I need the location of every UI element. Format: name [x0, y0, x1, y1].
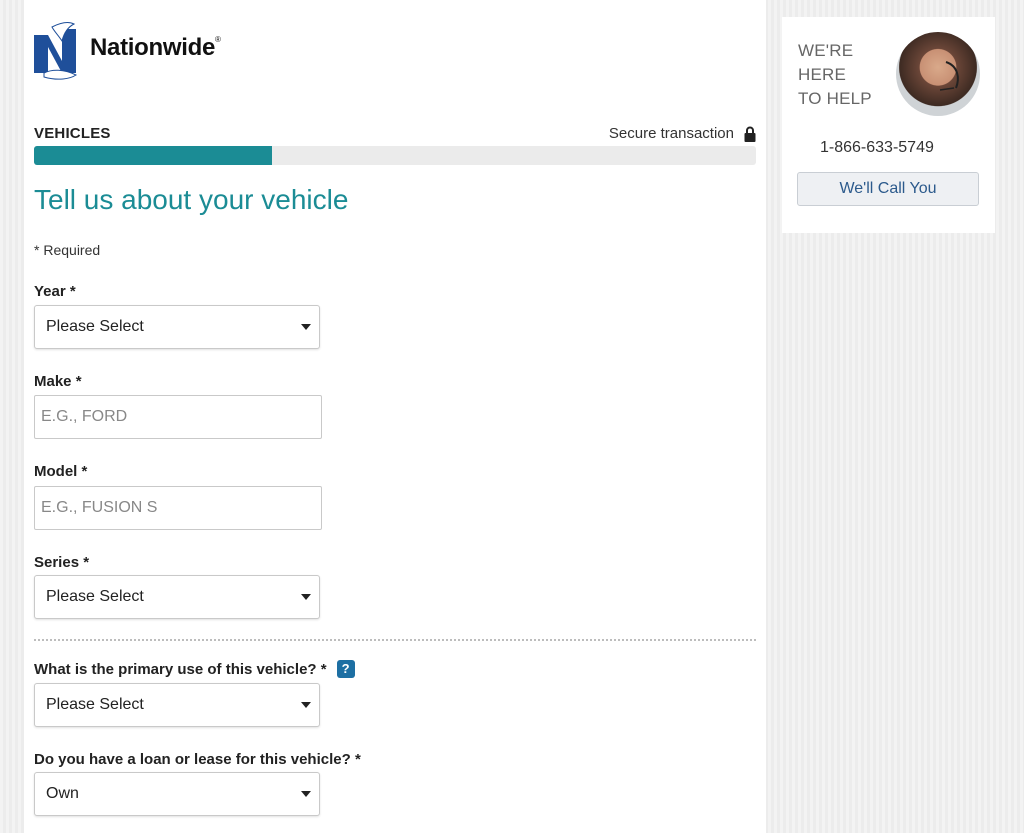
- page-title: Tell us about your vehicle: [34, 184, 349, 215]
- nationwide-eagle-logo: [34, 22, 77, 80]
- primary-use-select-value: Please Select: [46, 696, 144, 713]
- series-select-value: Please Select: [46, 588, 144, 605]
- make-label: Make *: [34, 373, 82, 390]
- make-input[interactable]: [34, 395, 322, 439]
- chevron-down-icon: [301, 791, 311, 797]
- series-required-star: *: [83, 554, 90, 571]
- required-star: *: [34, 242, 40, 258]
- primary-use-label: What is the primary use of this vehicle?…: [34, 660, 355, 679]
- year-required-star: *: [69, 283, 76, 300]
- headset-icon: [939, 61, 959, 91]
- help-title: WE'RE HERE TO HELP: [798, 39, 872, 111]
- agent-avatar: [896, 32, 980, 116]
- nationwide-logo[interactable]: Nationwide®: [34, 20, 221, 84]
- make-label-text: Make: [34, 373, 72, 390]
- progress-bar: [34, 146, 756, 165]
- well-call-you-button[interactable]: We'll Call You: [797, 172, 979, 206]
- section-divider: [34, 639, 756, 641]
- year-select-value: Please Select: [46, 318, 144, 335]
- loan-lease-required-star: *: [354, 751, 361, 768]
- help-title-line-3: TO HELP: [798, 89, 872, 108]
- series-select[interactable]: Please Select: [34, 575, 320, 619]
- step-label: VEHICLES: [34, 125, 111, 142]
- year-select[interactable]: Please Select: [34, 305, 320, 349]
- model-label: Model *: [34, 463, 87, 480]
- make-required-star: *: [75, 373, 82, 390]
- model-required-star: *: [81, 463, 88, 480]
- series-label-text: Series: [34, 554, 80, 571]
- year-label-text: Year: [34, 283, 66, 300]
- help-icon[interactable]: ?: [336, 660, 355, 678]
- registered-mark: ®: [215, 35, 221, 44]
- required-note: * Required: [34, 242, 100, 258]
- help-title-line-1: WE'RE: [798, 41, 854, 60]
- required-text: Required: [43, 242, 101, 258]
- loan-lease-label: Do you have a loan or lease for this veh…: [34, 751, 361, 768]
- phone-number[interactable]: 1-866-633-5749: [820, 139, 934, 157]
- secure-transaction: Secure transaction: [609, 125, 756, 142]
- main-panel: Nationwide® VEHICLES Secure transaction …: [24, 0, 766, 833]
- model-input[interactable]: [34, 486, 322, 530]
- brand-name: Nationwide: [90, 34, 216, 61]
- loan-lease-select-value: Own: [46, 785, 79, 802]
- help-panel: WE'RE HERE TO HELP 1-866-633-5749 We'll …: [782, 17, 995, 233]
- chevron-down-icon: [301, 702, 311, 708]
- loan-lease-label-text: Do you have a loan or lease for this veh…: [34, 751, 351, 768]
- brand-wordmark: Nationwide®: [90, 34, 221, 62]
- model-label-text: Model: [34, 463, 78, 480]
- series-label: Series *: [34, 554, 89, 571]
- secure-text: Secure transaction: [608, 125, 734, 142]
- lock-icon: [744, 126, 756, 142]
- chevron-down-icon: [301, 594, 311, 600]
- loan-lease-select[interactable]: Own: [34, 772, 320, 816]
- progress-header: VEHICLES Secure transaction: [34, 125, 756, 145]
- chevron-down-icon: [301, 324, 311, 330]
- help-title-line-2: HERE: [798, 65, 847, 84]
- primary-use-label-text: What is the primary use of this vehicle?: [34, 661, 317, 678]
- primary-use-required-star: *: [320, 661, 327, 678]
- progress-fill: [34, 146, 273, 165]
- year-label: Year *: [34, 283, 76, 300]
- primary-use-select[interactable]: Please Select: [34, 683, 320, 727]
